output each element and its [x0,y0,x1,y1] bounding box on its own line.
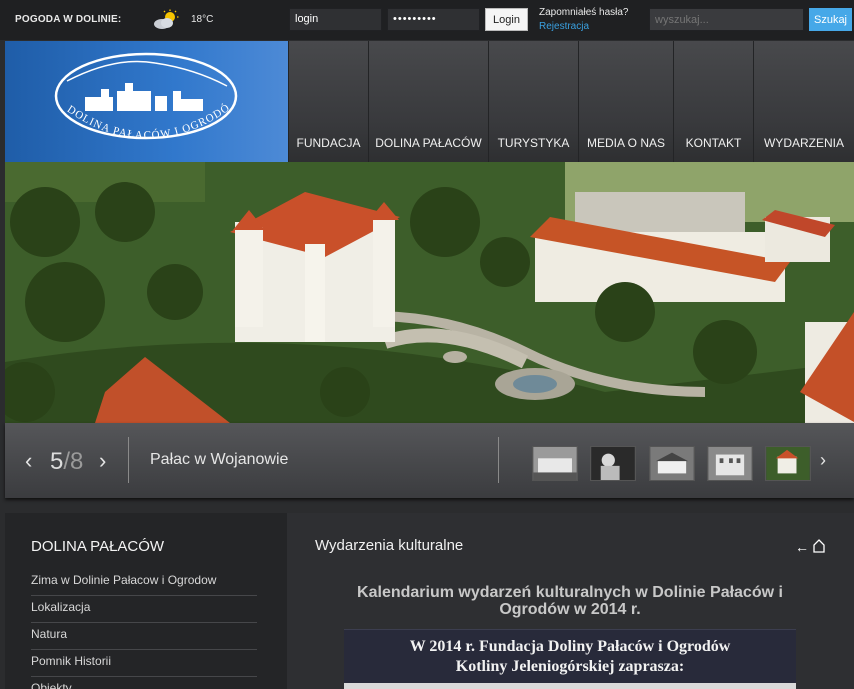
logo[interactable]: DOLINA PAŁACÓW I OGRODÓW [0,32,288,162]
home-icon[interactable] [813,539,825,553]
nav-item-dolina-palacow[interactable]: DOLINA PAŁACÓW [368,41,488,162]
sidebar-item-lokalizacja[interactable]: Lokalizacja [31,596,257,623]
nav-item-media-o-nas[interactable]: MEDIA O NAS [578,41,673,162]
thumbnail-1[interactable] [532,446,578,481]
nav-item-kontakt[interactable]: KONTAKT [673,41,753,162]
next-arrow-icon[interactable]: › [99,448,106,474]
partly-cloudy-icon [154,9,179,29]
slide-counter: 5/8 [50,448,83,476]
sidebar-item-obiekty[interactable]: Obiekty [31,677,257,689]
thumbnail-5[interactable] [765,446,811,481]
nav-label: MEDIA O NAS [586,136,666,150]
divider [498,437,499,483]
nav-label: DOLINA PAŁACÓW [375,136,482,150]
back-arrow-icon[interactable]: ← [795,539,809,555]
nav-label: TURYSTYKA [497,136,570,150]
weather-label: POGODA W DOLINIE: [15,14,122,25]
banner-text: W 2014 r. Fundacja Doliny Pałaców i Ogro… [344,637,796,677]
slide-current: 5 [50,448,64,475]
thumbnail-2[interactable] [590,446,636,481]
sidebar-item-natura[interactable]: Natura [31,623,257,650]
search-button[interactable]: Szukaj [809,8,852,31]
palace-aerial-photo [5,162,854,423]
main-nav: FUNDACJA DOLINA PAŁACÓW TURYSTYKA MEDIA … [288,41,854,162]
nav-item-fundacja[interactable]: FUNDACJA [288,41,368,162]
forgot-password-link[interactable]: Zapomniałeś hasła? [539,7,629,18]
banner-line: W 2014 r. Fundacja Doliny Pałaców i Ogro… [409,638,731,655]
section-title: Wydarzenia kulturalne [315,537,464,554]
banner-line: Kotliny Jeleniogórskiej zaprasza: [455,658,685,675]
divider [128,437,129,483]
thumbnail-3[interactable] [649,446,695,481]
nav-item-turystyka[interactable]: TURYSTYKA [488,41,578,162]
slide-total: /8 [63,448,84,475]
search-input[interactable] [649,8,804,31]
nav-label: KONTAKT [685,136,742,150]
slider-image[interactable] [5,162,854,423]
sidebar-item-zima[interactable]: Zima w Dolinie Pałacow i Ogrodow [31,569,257,596]
slide-title: Pałac w Wojanowie [150,451,289,468]
nav-label: FUNDACJA [296,136,361,150]
login-button[interactable]: Login [485,8,528,31]
login-input[interactable]: login [289,8,382,31]
logo-emblem: DOLINA PAŁACÓW I OGRODÓW [0,32,238,142]
temperature: 18°C [191,14,214,25]
article-title-line: Kalendarium wydarzeń kulturalnych w Doli… [357,584,783,601]
nav-item-wydarzenia[interactable]: WYDARZENIA [753,41,854,162]
banner-bottom-strip [344,683,796,689]
sidebar-item-pomnik-historii[interactable]: Pomnik Historii [31,650,257,677]
thumbnail-4[interactable] [707,446,753,481]
register-link[interactable]: Rejestracja [539,21,589,32]
prev-arrow-icon[interactable]: ‹ [25,448,32,474]
article-title-line: Ogrodów w 2014 r. [499,601,641,618]
article-title: Kalendarium wydarzeń kulturalnych w Doli… [330,584,810,618]
password-input[interactable]: ••••••••• [387,8,480,31]
thumbs-next-arrow-icon[interactable]: › [820,450,826,471]
sidebar-title: DOLINA PAŁACÓW [31,538,165,555]
nav-label: WYDARZENIA [763,136,844,150]
